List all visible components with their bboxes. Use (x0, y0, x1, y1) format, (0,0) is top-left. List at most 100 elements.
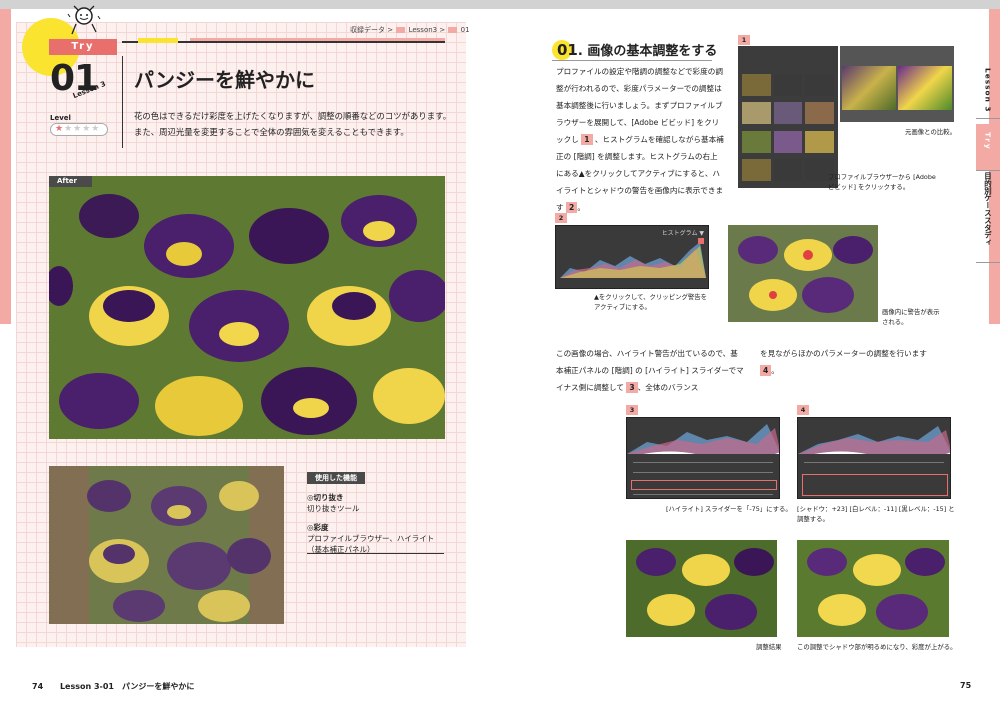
star-icon-empty: ★★★★ (64, 124, 101, 134)
shadow-slider-rows[interactable] (802, 474, 948, 496)
histogram-panel: ヒストグラム ▼ (555, 225, 709, 289)
slider-track[interactable] (633, 472, 773, 476)
slider-track[interactable] (633, 494, 773, 498)
side-tab-divider (976, 118, 1000, 119)
step-body-text: プロファイルの設定や階調の調整などで彩度の調整が行われるので、彩度パラメーターで… (556, 63, 724, 216)
folder-icon (396, 27, 406, 33)
footer-text: Lesson 3-01 パンジーを鮮やかに (59, 682, 195, 691)
figure-number: 4 (797, 405, 809, 415)
try-badge: Try (49, 39, 117, 55)
title-yellow-accent (138, 38, 178, 43)
figure-number: 1 (738, 35, 750, 45)
thumbnail (805, 74, 834, 96)
figure-ref: 1 (581, 134, 593, 145)
caption: [ハイライト] スライダーを「-75」にする。 (666, 505, 792, 513)
basic-panel-highlight (626, 417, 780, 499)
features-bottom-rule (307, 553, 444, 554)
step-body-text: を見ながらほかのパラメーターの調整を行います 4。 (760, 345, 960, 379)
step-number: 01 (557, 41, 578, 59)
thumbnail (805, 130, 834, 153)
caption: ▲をクリックして、クリッピング警告をアクティブにする。 (594, 293, 708, 311)
highlight-warning-icon[interactable] (698, 238, 704, 244)
step-heading: 01. 画像の基本調整をする (557, 40, 717, 59)
basic-panel-shadows (797, 417, 951, 499)
compare-after (898, 66, 952, 110)
histogram-graph (627, 424, 779, 454)
folder-icon (448, 27, 458, 33)
warning-preview-photo (728, 225, 878, 322)
body-span: 、ヒストグラムを確認しながら基本補正の [階調] を調整します。ヒストグラムの右… (556, 135, 724, 212)
level-rating: ★★★★★ (50, 123, 108, 136)
thumbnail (742, 130, 771, 153)
title-divider (122, 56, 123, 148)
figure-ref: 3 (626, 382, 638, 393)
body-span: を見ながらほかのパラメーターの調整を行います (760, 349, 927, 358)
before-after-compare (840, 46, 954, 122)
thumbnail (773, 102, 803, 125)
breadcrumb-part: 収録データ > (350, 26, 394, 34)
thumbnail (773, 130, 803, 153)
step-underline (552, 60, 712, 61)
caption: この調整でシャドウ部が明るめになり、彩度が上がる。 (797, 643, 957, 651)
side-tab-divider (976, 170, 1000, 171)
histogram-graph (798, 426, 950, 454)
caption: 調整結果 (756, 643, 782, 651)
body-span: 、全体のバランス (637, 383, 699, 392)
feature-detail: 切り抜きツール (307, 504, 360, 513)
intro-text: 花の色はできるだけ彩度を上げたくなりますが、調整の順番などのコツがあります。また… (134, 111, 452, 137)
feature-item: ◎彩度 プロファイルブラウザー、ハイライト（基本補正パネル） (307, 522, 444, 555)
result-photo-shadow (797, 540, 949, 637)
step-body-text: この画像の場合、ハイライト警告が出ているので、基本補正パネルの [階調] の [… (556, 345, 744, 396)
breadcrumb: 収録データ > Lesson3 > 01 (350, 25, 470, 35)
breadcrumb-part: Lesson3 > (408, 26, 446, 34)
side-tab-category: 目的別ケーススタディ (983, 172, 993, 246)
histogram-title: ヒストグラム ▼ (661, 230, 704, 237)
thumbnail (742, 102, 771, 125)
before-photo (49, 466, 284, 624)
feature-detail: プロファイルブラウザー、ハイライト（基本補正パネル） (307, 534, 435, 554)
footer-left: 74 Lesson 3-01 パンジーを鮮やかに (32, 681, 194, 692)
caption: プロファイルブラウザーから [Adobe ビビッド] をクリックする。 (828, 173, 936, 191)
highlight-slider-row[interactable] (631, 480, 777, 490)
figure-number: 3 (626, 405, 638, 415)
body-span: 。 (577, 203, 585, 212)
thumbnail (773, 74, 803, 96)
step-title: . 画像の基本調整をする (577, 44, 718, 59)
thumbnail (773, 158, 803, 181)
slider-track[interactable] (633, 462, 773, 466)
title-pink-accent (190, 38, 445, 41)
figure-ref: 4 (760, 365, 772, 376)
page-number: 74 (32, 682, 44, 691)
result-photo (626, 540, 777, 637)
after-photo (49, 176, 445, 439)
compare-before (842, 66, 896, 110)
caption: [シャドウ：+23] [白レベル：-11] [黒レベル：-15] と調整する。 (797, 505, 955, 523)
histogram-graph (560, 242, 706, 278)
figure-ref: 2 (566, 202, 578, 213)
mascot-icon (67, 5, 101, 35)
feature-item: ◎切り抜き 切り抜きツール (307, 492, 444, 514)
left-page-spine (0, 9, 11, 324)
side-tab-try: Try (976, 124, 1000, 170)
after-label: After (49, 176, 92, 187)
breadcrumb-part: 01 (460, 26, 470, 34)
top-strip (0, 0, 1000, 9)
body-span: 。 (771, 366, 779, 375)
slider-track[interactable] (804, 462, 944, 466)
caption: 画像内に警告が表示される。 (882, 308, 940, 326)
level-label: Level (50, 114, 71, 122)
side-tab-lesson: Lesson 3 (983, 68, 993, 113)
side-tab-divider (976, 262, 1000, 263)
thumbnail (805, 102, 834, 125)
thumbnail (742, 158, 771, 181)
figure-number: 2 (555, 213, 567, 223)
feature-name: ◎彩度 (307, 523, 329, 532)
features-box: 使用した機能 ◎切り抜き 切り抜きツール ◎彩度 プロファイルブラウザー、ハイラ… (307, 465, 444, 555)
caption: 元画像との比較。 (905, 128, 957, 136)
profile-browser-thumbnails (738, 46, 838, 188)
page-number-right: 75 (960, 681, 972, 690)
body-span: プロファイルの設定や階調の調整などで彩度の調整が行われるので、彩度パラメーターで… (556, 67, 723, 144)
feature-name: ◎切り抜き (307, 493, 344, 502)
thumbnail (742, 74, 771, 96)
page-title: パンジーを鮮やかに (134, 68, 315, 92)
